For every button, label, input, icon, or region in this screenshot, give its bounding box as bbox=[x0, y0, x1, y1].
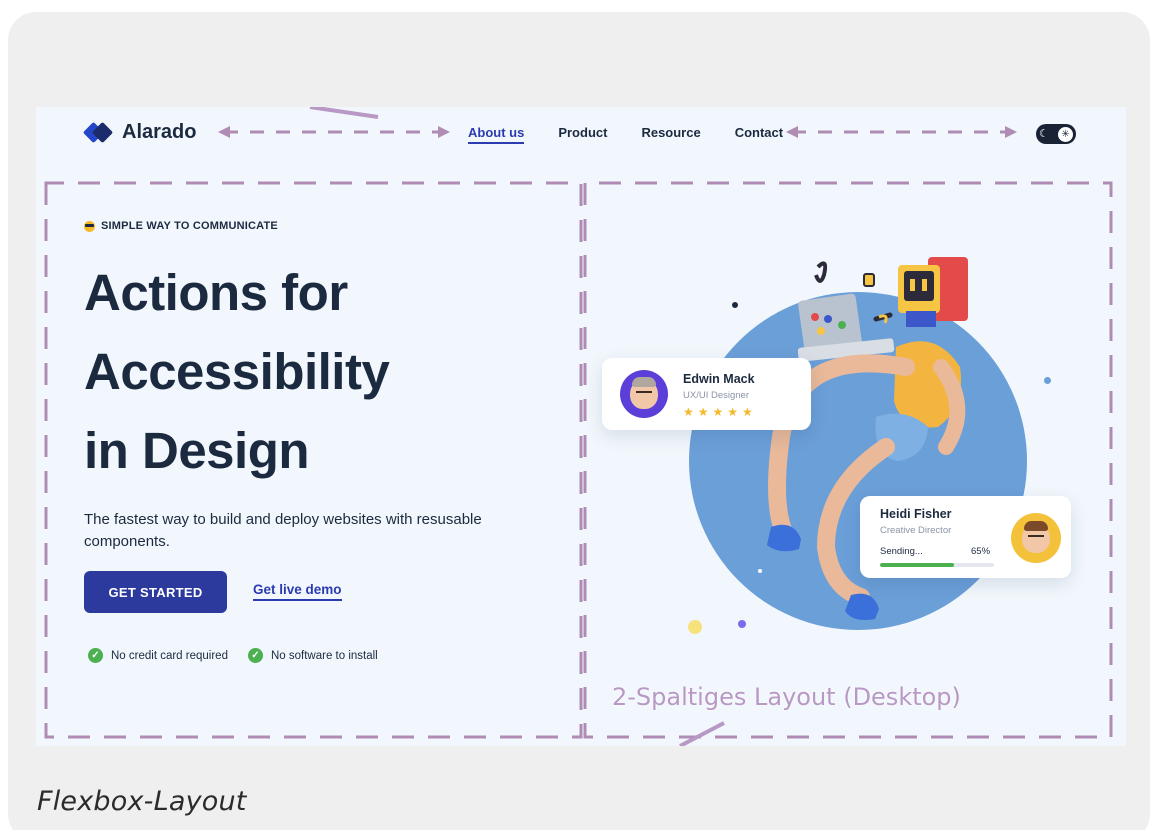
website-screenshot: Alarado About us Product Resource Contac… bbox=[36, 107, 1126, 746]
progress-fill bbox=[880, 563, 955, 567]
progress-percent: 65% bbox=[971, 546, 991, 557]
3d-character-illustration bbox=[767, 257, 968, 620]
layout-annotation: 2-Spaltiges Layout (Desktop) bbox=[612, 683, 961, 711]
avatar bbox=[1011, 513, 1061, 563]
sending-status: Sending... bbox=[880, 546, 923, 557]
figure-caption: Flexbox-Layout bbox=[37, 786, 247, 817]
avatar bbox=[620, 370, 668, 418]
heidi-profile-card: Heidi Fisher Creative Director Sending..… bbox=[860, 496, 1071, 578]
rating-stars: ★★★★★ bbox=[683, 405, 757, 419]
profile-name: Edwin Mack bbox=[683, 372, 755, 386]
edwin-profile-card: Edwin Mack UX/UI Designer ★★★★★ bbox=[602, 358, 811, 430]
profile-role: UX/UI Designer bbox=[683, 390, 749, 401]
progress-bar bbox=[880, 563, 994, 567]
profile-name: Heidi Fisher bbox=[880, 507, 952, 521]
profile-role: Creative Director bbox=[880, 525, 952, 536]
